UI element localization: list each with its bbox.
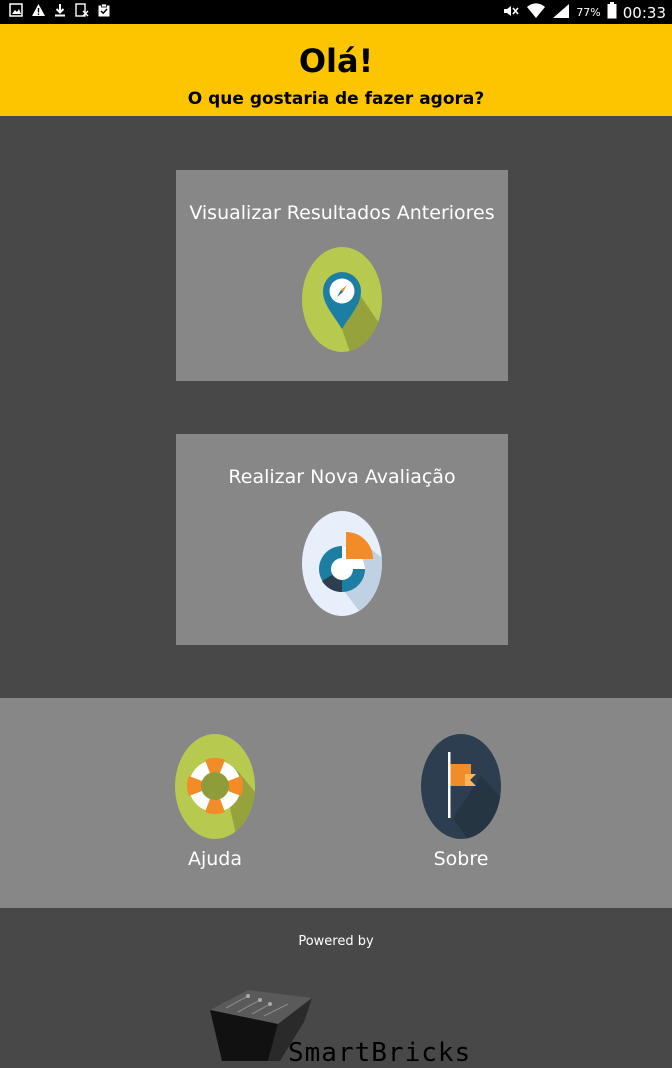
page-subtitle: O que gostaria de fazer agora? <box>187 89 485 109</box>
view-previous-results-button[interactable]: Visualizar Resultados Anteriores <box>176 170 508 381</box>
powered-by-text: Powered by <box>298 934 374 949</box>
warning-icon <box>30 3 46 19</box>
status-icons: 77% 00:33 <box>502 2 666 23</box>
download-icon <box>52 3 68 19</box>
view-previous-results-label: Visualizar Resultados Anteriores <box>189 202 495 224</box>
clock: 00:33 <box>622 3 666 22</box>
lifebuoy-icon <box>175 734 255 839</box>
screenshot-icon <box>74 3 90 19</box>
compass-pin-icon <box>302 247 382 352</box>
new-evaluation-label: Realizar Nova Avaliação <box>228 466 456 488</box>
footer: Powered by SmartBricks <box>0 908 672 1068</box>
donut-chart-icon <box>302 511 382 616</box>
help-label: Ajuda <box>187 848 243 870</box>
page-title: Olá! <box>298 42 374 80</box>
about-button[interactable]: Sobre <box>401 734 521 884</box>
battery-icon <box>607 2 617 23</box>
flag-icon <box>421 734 501 839</box>
header-banner: Olá! O que gostaria de fazer agora? <box>0 24 672 116</box>
brand-name: SmartBricks <box>288 1038 472 1068</box>
status-bar: 77% 00:33 <box>0 0 672 24</box>
help-button[interactable]: Ajuda <box>155 734 275 884</box>
gallery-icon <box>8 3 24 19</box>
wifi-icon <box>526 2 546 23</box>
bottom-navigation: Ajuda Sobre <box>0 698 672 908</box>
battery-percentage: 77% <box>576 6 601 19</box>
about-label: Sobre <box>433 848 489 870</box>
new-evaluation-button[interactable]: Realizar Nova Avaliação <box>176 434 508 645</box>
clipboard-check-icon <box>96 3 112 19</box>
signal-icon <box>552 3 570 23</box>
mute-icon <box>502 4 520 22</box>
notification-icons <box>8 3 112 19</box>
